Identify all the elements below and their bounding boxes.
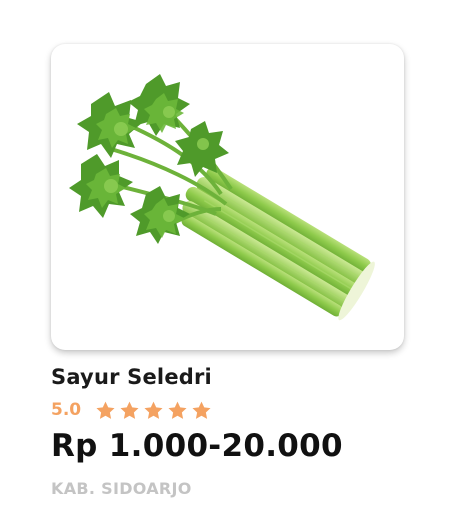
- star-icon: [144, 401, 163, 419]
- star-rating: [95, 400, 215, 421]
- rating-value: 5.0: [51, 400, 82, 420]
- product-card[interactable]: Sayur Seledri 5.0 Rp 1.000-20.000 KAB. S…: [0, 0, 450, 521]
- product-title[interactable]: Sayur Seledri: [51, 365, 212, 389]
- rating-row: 5.0: [51, 397, 215, 423]
- celery-image: [69, 74, 375, 321]
- product-price: Rp 1.000-20.000: [51, 428, 343, 464]
- star-icon: [168, 401, 187, 419]
- star-icon: [192, 401, 211, 419]
- product-image[interactable]: [51, 44, 404, 350]
- star-icon: [96, 401, 115, 419]
- product-location: KAB. SIDOARJO: [51, 479, 192, 498]
- star-icon: [120, 401, 139, 419]
